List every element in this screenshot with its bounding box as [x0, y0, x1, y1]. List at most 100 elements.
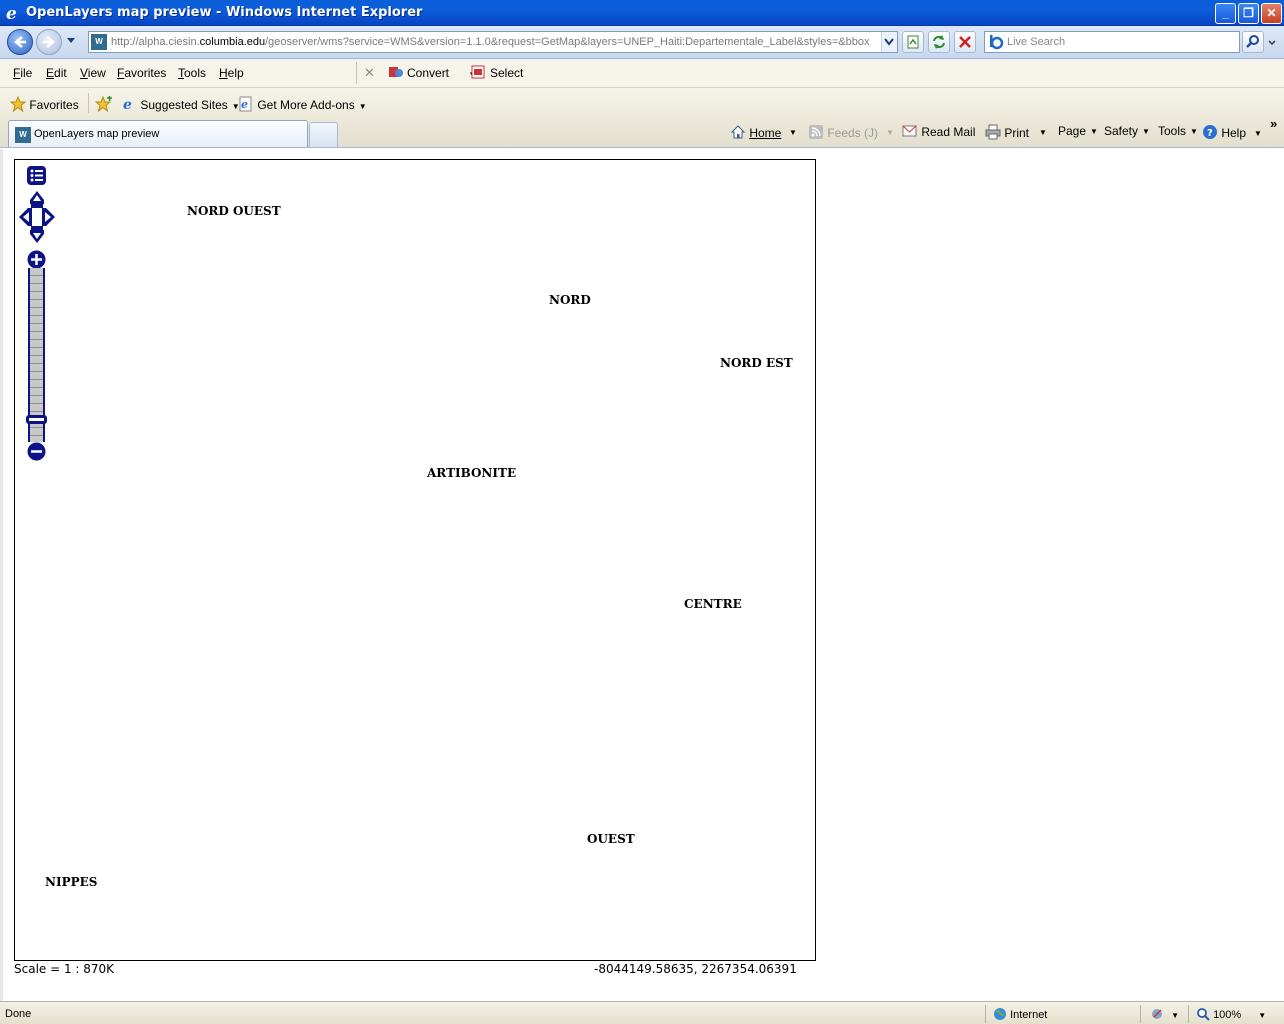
- add-to-favorites-button[interactable]: [94, 95, 113, 113]
- help-question-icon: ?: [1203, 125, 1217, 139]
- menu-separator: [356, 62, 357, 84]
- menu-edit[interactable]: Edit: [46, 66, 67, 80]
- restore-button[interactable]: ❐: [1238, 3, 1259, 24]
- print-dropdown-icon[interactable]: ▼: [1039, 128, 1047, 137]
- search-options-dropdown-icon[interactable]: [1265, 31, 1279, 53]
- page-menu-button[interactable]: Page ▼: [1058, 124, 1098, 138]
- status-separator: [985, 1005, 986, 1023]
- printer-icon: [985, 124, 1001, 140]
- print-button[interactable]: Print: [985, 124, 1029, 140]
- zoom-out-icon[interactable]: [27, 442, 46, 461]
- map-label-nord-est: NORD EST: [720, 356, 793, 370]
- address-input[interactable]: W http://alpha.ciesin.columbia.edu/geose…: [88, 31, 898, 53]
- help-menu-button[interactable]: ? Help ▼: [1202, 124, 1262, 140]
- magnifier-icon: [1246, 35, 1259, 48]
- address-toolbar: W http://alpha.ciesin.columbia.edu/geose…: [0, 26, 1284, 59]
- recent-pages-dropdown-icon[interactable]: [66, 37, 76, 45]
- menu-tools[interactable]: Tools: [178, 66, 206, 80]
- status-separator: [1188, 1005, 1189, 1023]
- svg-text:e: e: [123, 97, 132, 112]
- layer-list-icon: [30, 169, 43, 182]
- feeds-button[interactable]: Feeds (J): [808, 124, 878, 140]
- favorites-bar: Favorites e Suggested Sites ▼ e Get More …: [0, 88, 1284, 118]
- compatibility-icon: [907, 35, 919, 49]
- map-label-ouest: OUEST: [587, 832, 635, 846]
- close-toolbar-icon[interactable]: ✕: [364, 65, 375, 81]
- addons-dropdown-icon: ▼: [358, 102, 367, 111]
- pop-up-blocker-icon: [1152, 1009, 1162, 1019]
- tools-menu-button[interactable]: Tools ▼: [1158, 124, 1198, 138]
- internet-explorer-icon: e: [6, 4, 17, 22]
- tab-openlayers-map-preview[interactable]: W OpenLayers map preview: [8, 120, 308, 147]
- forward-button[interactable]: [36, 29, 62, 55]
- pan-up-icon[interactable]: [30, 191, 44, 204]
- get-more-addons-button[interactable]: e Get More Add-ons ▼: [238, 96, 367, 112]
- zoom-slider-handle[interactable]: [26, 415, 47, 424]
- site-favicon-icon: W: [91, 34, 107, 50]
- home-icon: [730, 125, 746, 139]
- map-scale-text: Scale = 1 : 870K: [14, 962, 115, 976]
- menu-file[interactable]: File: [13, 66, 32, 80]
- favorites-separator: [88, 93, 89, 113]
- safety-menu-button[interactable]: Safety ▼: [1104, 124, 1150, 138]
- star-icon: [9, 95, 27, 113]
- pan-left-icon[interactable]: [19, 208, 32, 226]
- convert-icon: [389, 67, 403, 77]
- add-favorite-star-icon: [94, 95, 112, 113]
- home-dropdown-icon[interactable]: ▼: [789, 128, 797, 137]
- zoom-level-button[interactable]: 100% ▼: [1196, 1007, 1266, 1021]
- map-viewport[interactable]: NORD OUEST NORD NORD EST ARTIBONITE CENT…: [14, 159, 816, 961]
- minimize-button[interactable]: _: [1215, 3, 1236, 24]
- tab-favicon-icon: W: [15, 127, 31, 143]
- layer-switcher-button[interactable]: [27, 166, 46, 185]
- map-label-nord-ouest: NORD OUEST: [187, 204, 281, 218]
- pan-right-icon[interactable]: [42, 208, 55, 226]
- svg-text:e: e: [6, 4, 17, 22]
- rss-feed-icon: [809, 125, 823, 139]
- status-options-dropdown-icon: ▼: [1171, 1011, 1179, 1020]
- toolbar-overflow-chevron-icon[interactable]: »: [1270, 116, 1277, 131]
- live-search-logo-icon: [990, 35, 1004, 50]
- menu-view[interactable]: View: [80, 66, 106, 80]
- chevron-down-icon: [884, 38, 894, 46]
- mouse-position-readout: -8044149.58635, 2267354.06391: [594, 962, 797, 976]
- menu-favorites[interactable]: Favorites: [117, 66, 166, 80]
- svg-text:e: e: [241, 98, 248, 111]
- select-button[interactable]: Select: [471, 65, 523, 80]
- favorites-button[interactable]: Favorites: [9, 95, 79, 113]
- zoom-magnifier-icon: [1197, 1008, 1210, 1021]
- protected-mode-button[interactable]: ▼: [1150, 1007, 1179, 1021]
- suggested-sites-button[interactable]: e Suggested Sites ▼: [121, 96, 240, 113]
- feeds-dropdown-icon[interactable]: ▼: [886, 128, 894, 137]
- pan-down-icon[interactable]: [30, 230, 44, 243]
- search-placeholder: Live Search: [1007, 36, 1066, 48]
- help-dropdown-icon: ▼: [1254, 129, 1262, 138]
- map-label-nippes: NIPPES: [45, 875, 98, 889]
- read-mail-button[interactable]: Read Mail: [902, 124, 975, 139]
- search-button[interactable]: [1242, 31, 1264, 53]
- convert-button[interactable]: Convert ▼: [388, 65, 476, 80]
- addons-page-icon: e: [239, 96, 252, 112]
- home-button[interactable]: Home: [730, 124, 781, 140]
- globe-icon: [994, 1008, 1006, 1020]
- pan-control: [19, 191, 55, 243]
- forward-arrow-icon: [43, 36, 55, 48]
- address-dropdown-button[interactable]: [881, 32, 897, 52]
- map-label-nord: NORD: [549, 293, 591, 307]
- search-input[interactable]: Live Search: [984, 31, 1240, 53]
- stop-button[interactable]: [954, 31, 976, 53]
- close-window-button[interactable]: ✕: [1261, 3, 1282, 24]
- new-tab-button[interactable]: [309, 122, 338, 147]
- page-dropdown-icon: ▼: [1090, 127, 1098, 136]
- zoom-in-icon[interactable]: [27, 250, 46, 269]
- status-separator: [1140, 1005, 1141, 1023]
- safety-dropdown-icon: ▼: [1142, 127, 1150, 136]
- compatibility-view-button[interactable]: [902, 31, 924, 53]
- security-zone[interactable]: Internet: [993, 1007, 1047, 1021]
- refresh-button[interactable]: [928, 31, 950, 53]
- tab-label: OpenLayers map preview: [34, 128, 160, 140]
- menu-bar: File Edit View Favorites Tools Help ✕ Co…: [0, 59, 1284, 88]
- back-button[interactable]: [7, 29, 33, 55]
- menu-help[interactable]: Help: [219, 66, 244, 80]
- svg-text:?: ?: [1207, 128, 1213, 139]
